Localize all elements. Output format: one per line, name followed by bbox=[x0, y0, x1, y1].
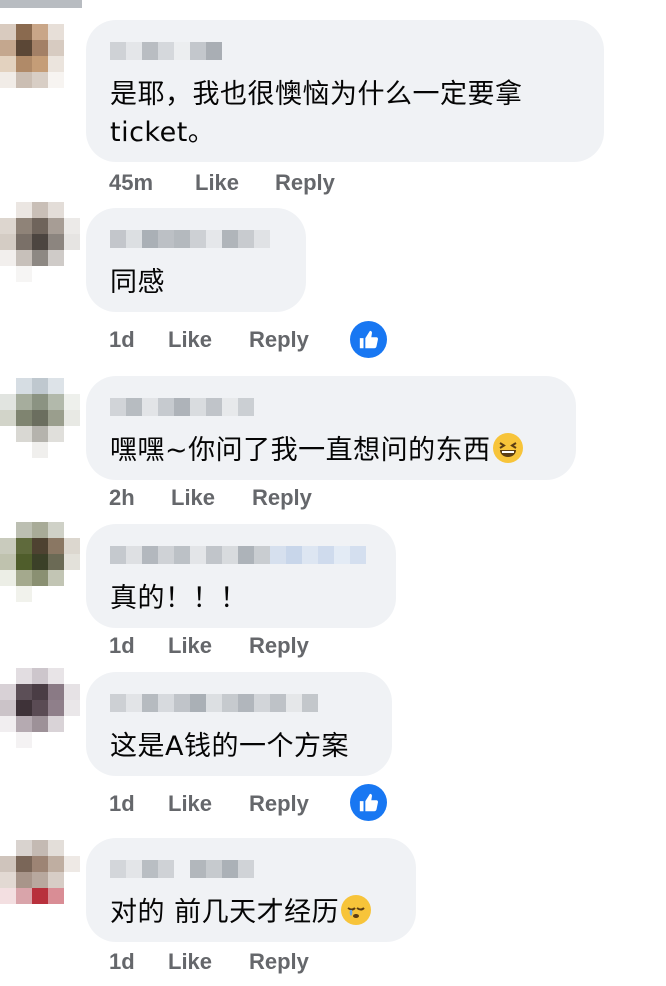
commenter-name[interactable] bbox=[110, 546, 372, 566]
comment-time[interactable]: 2h bbox=[109, 485, 135, 511]
comment-bubble[interactable]: 是耶，我也很懊恼为什么一定要拿 ticket。 bbox=[86, 20, 604, 162]
comment-time[interactable]: 1d bbox=[109, 633, 135, 659]
comment-time[interactable]: 1d bbox=[109, 791, 135, 817]
comment-bubble[interactable]: 嘿嘿~你问了我一直想问的东西 bbox=[86, 376, 576, 480]
reply-button[interactable]: Reply bbox=[252, 485, 312, 511]
avatar[interactable] bbox=[0, 522, 80, 602]
comment-bubble[interactable]: 真的！！！ bbox=[86, 524, 396, 628]
reply-button[interactable]: Reply bbox=[249, 327, 309, 353]
comment-text: 这是A钱的一个方案 bbox=[110, 731, 349, 762]
reply-button[interactable]: Reply bbox=[249, 791, 309, 817]
commenter-name[interactable] bbox=[110, 694, 368, 714]
comment-bubble[interactable]: 同感 bbox=[86, 208, 306, 312]
like-button[interactable]: Like bbox=[168, 949, 212, 975]
commenter-name[interactable] bbox=[110, 860, 392, 880]
comment-text: 对的 前几天才经历 bbox=[110, 894, 392, 932]
commenter-name[interactable] bbox=[110, 230, 282, 250]
reply-button[interactable]: Reply bbox=[249, 633, 309, 659]
like-button[interactable]: Like bbox=[168, 327, 212, 353]
commenter-name[interactable] bbox=[110, 42, 580, 62]
comment-time[interactable]: 1d bbox=[109, 327, 135, 353]
comment-bubble[interactable]: 这是A钱的一个方案 bbox=[86, 672, 392, 776]
comment-text: 嘿嘿~你问了我一直想问的东西 bbox=[110, 432, 552, 470]
commenter-name[interactable] bbox=[110, 398, 552, 418]
sleepy-face-icon bbox=[341, 895, 372, 925]
comment-text: 是耶，我也很懊恼为什么一定要拿 ticket。 bbox=[110, 79, 523, 148]
comment-time[interactable]: 45m bbox=[109, 170, 153, 196]
avatar[interactable] bbox=[0, 840, 80, 920]
like-button[interactable]: Like bbox=[168, 791, 212, 817]
comment-text: 同感 bbox=[110, 267, 165, 298]
like-button[interactable]: Like bbox=[171, 485, 215, 511]
top-divider bbox=[0, 0, 82, 8]
like-button[interactable]: Like bbox=[168, 633, 212, 659]
thumbs-up-icon[interactable] bbox=[350, 784, 387, 821]
avatar[interactable] bbox=[0, 24, 80, 104]
thumbs-up-icon[interactable] bbox=[350, 321, 387, 358]
grinning-squinting-face-icon bbox=[492, 433, 523, 463]
avatar[interactable] bbox=[0, 668, 80, 748]
like-button[interactable]: Like bbox=[195, 170, 239, 196]
reply-button[interactable]: Reply bbox=[249, 949, 309, 975]
comment-bubble[interactable]: 对的 前几天才经历 bbox=[86, 838, 416, 942]
avatar[interactable] bbox=[0, 378, 80, 458]
comment-text: 真的！！！ bbox=[110, 583, 248, 614]
avatar[interactable] bbox=[0, 202, 80, 282]
comment-time[interactable]: 1d bbox=[109, 949, 135, 975]
reply-button[interactable]: Reply bbox=[275, 170, 335, 196]
